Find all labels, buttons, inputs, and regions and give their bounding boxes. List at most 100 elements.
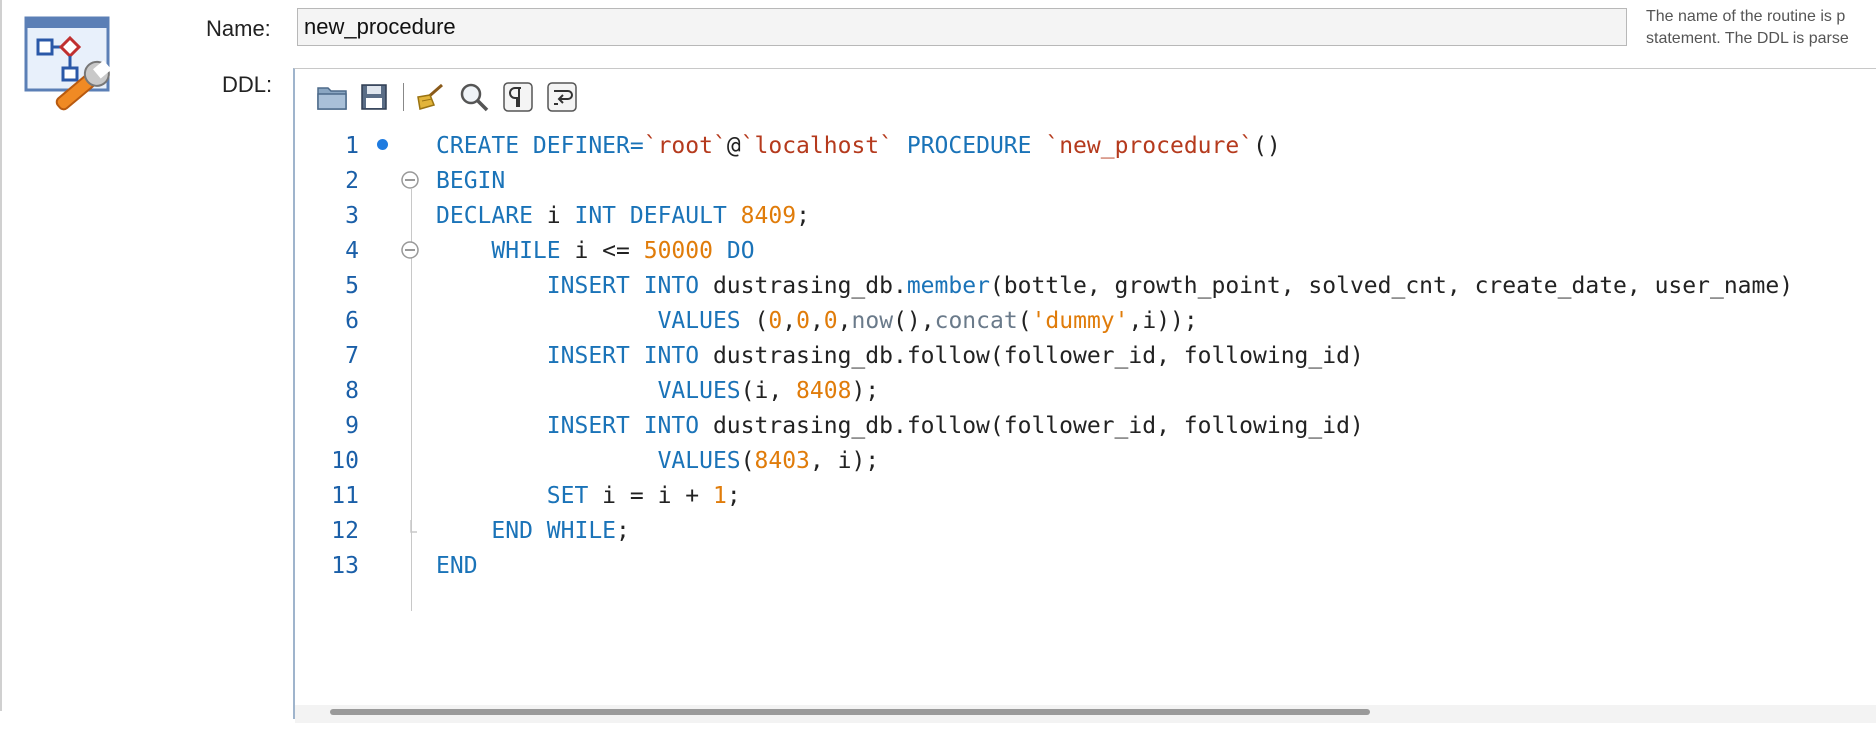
code-token: VALUES	[657, 378, 741, 404]
code-token: 8409	[740, 203, 797, 229]
find-button[interactable]	[457, 80, 491, 114]
code-token: concat	[934, 308, 1018, 334]
code-token: INSERT INTO	[546, 273, 700, 299]
beautify-button[interactable]	[413, 80, 447, 114]
ddl-editor[interactable]: 1 CREATE DEFINER=`root`@`localhost` PROCE…	[293, 68, 1876, 723]
code-token: (bottle, growth_point, solved_cnt, creat…	[989, 273, 1794, 299]
code-token: dustrasing_db.follow(follower_id, follow…	[699, 413, 1364, 439]
code-token: i	[532, 203, 575, 229]
code-token: ;	[796, 203, 810, 229]
code-token: (	[1017, 308, 1032, 334]
code-token: CREATE DEFINER=	[436, 133, 644, 159]
routine-icon	[24, 16, 122, 114]
code-token: i <=	[560, 238, 644, 264]
code-token: dustrasing_db.follow(follower_id, follow…	[699, 343, 1364, 369]
routine-name-input[interactable]	[297, 8, 1627, 46]
code-token: dustrasing_db.	[699, 273, 907, 299]
code-token: ,	[837, 308, 852, 334]
name-label: Name:	[206, 16, 271, 41]
code-token: i = i +	[588, 483, 713, 509]
word-wrap-icon	[547, 82, 577, 112]
code-token: ,	[782, 308, 797, 334]
code-token: (),	[893, 308, 935, 334]
ddl-label: DDL:	[222, 72, 273, 97]
line-number: 13	[331, 553, 359, 579]
code-token: 8403	[754, 448, 810, 474]
toolbar-separator	[403, 83, 404, 111]
help-text: The name of the routine is p statement. …	[1646, 6, 1876, 50]
code-token: VALUES	[657, 448, 741, 474]
code-token: DO	[726, 238, 755, 264]
code-token: (	[740, 448, 755, 474]
code-token: VALUES	[657, 308, 741, 334]
code-token: 1	[712, 483, 727, 509]
code-token: (	[740, 308, 769, 334]
help-text-line-1: The name of the routine is p	[1646, 8, 1846, 25]
code-token: 0	[768, 308, 783, 334]
help-text-line-2: statement. The DDL is parse	[1646, 30, 1849, 47]
code-token: 50000	[643, 238, 713, 264]
code-area[interactable]: 1 CREATE DEFINER=`root`@`localhost` PROCE…	[295, 123, 1876, 753]
code-token: INSERT INTO	[546, 343, 700, 369]
window-left-border	[0, 0, 2, 711]
invisible-chars-icon	[503, 82, 533, 112]
fold-collapse-icon[interactable]	[400, 170, 420, 190]
toggle-word-wrap-button[interactable]	[545, 80, 579, 114]
code-token: 8408	[796, 378, 852, 404]
code-token: 0	[796, 308, 810, 334]
code-token: END	[436, 553, 478, 579]
code-token: END WHILE	[491, 518, 617, 544]
code-token: DECLARE	[436, 203, 533, 229]
code-token: WHILE	[491, 238, 561, 264]
find-icon	[459, 82, 489, 112]
code-line[interactable]: 13 END	[295, 545, 1876, 587]
code-token: (i,	[740, 378, 797, 404]
statement-marker-icon	[377, 139, 388, 150]
code-token: );	[851, 378, 880, 404]
code-token: , i);	[809, 448, 880, 474]
open-folder-icon	[316, 83, 348, 111]
fold-collapse-icon[interactable]	[400, 240, 420, 260]
save-button[interactable]	[357, 80, 391, 114]
editor-toolbar	[295, 69, 1876, 123]
code-token: `new_procedure`	[1045, 133, 1254, 159]
fold-end-icon	[410, 520, 417, 533]
code-token: INT DEFAULT	[574, 203, 727, 229]
code-token: @	[726, 133, 741, 159]
code-token: ;	[726, 483, 741, 509]
code-token: ,	[809, 308, 824, 334]
code-token: 'dummy'	[1031, 308, 1129, 334]
code-token: now	[851, 308, 894, 334]
code-token: member	[906, 273, 990, 299]
code-token: INSERT INTO	[546, 413, 700, 439]
code-token: ;	[616, 518, 630, 544]
code-token: ()	[1253, 133, 1281, 159]
code-token: `root`	[643, 133, 727, 159]
save-icon	[360, 83, 388, 111]
toggle-invisible-chars-button[interactable]	[501, 80, 535, 114]
code-token: 0	[823, 308, 838, 334]
horizontal-scrollbar-thumb[interactable]	[330, 709, 1370, 715]
code-token: `localhost`	[740, 133, 893, 159]
code-token: ,i));	[1128, 308, 1198, 334]
code-token: SET	[546, 483, 589, 509]
code-text: END	[436, 545, 478, 587]
code-token: BEGIN	[436, 168, 506, 194]
open-file-button[interactable]	[315, 80, 349, 114]
horizontal-scrollbar[interactable]	[295, 705, 1876, 723]
beautify-broom-icon	[414, 83, 446, 111]
code-token: PROCEDURE	[906, 133, 1032, 159]
